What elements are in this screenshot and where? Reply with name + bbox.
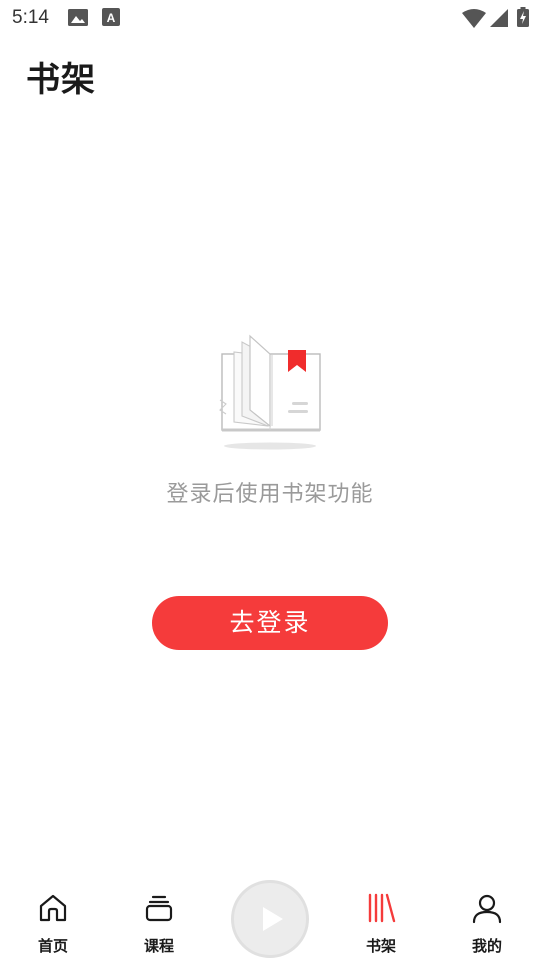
signal-icon <box>490 9 508 27</box>
status-time: 5:14 <box>12 7 49 28</box>
image-icon <box>68 9 88 26</box>
nav-label-courses: 课程 <box>143 937 174 955</box>
empty-state-message: 登录后使用书架功能 <box>166 482 374 507</box>
battery-charging-icon <box>517 7 529 27</box>
nav-item-courses[interactable]: 课程 <box>119 872 199 960</box>
nav-label-me: 我的 <box>471 937 502 955</box>
play-icon <box>263 907 283 931</box>
nav-item-home[interactable]: 首页 <box>13 872 93 960</box>
play-button[interactable] <box>231 880 309 958</box>
wifi-icon <box>462 9 486 28</box>
page-title: 书架 <box>26 60 96 100</box>
font-download-icon: A <box>102 8 120 26</box>
status-bar: 5:14 A <box>0 0 540 36</box>
person-icon <box>472 894 502 924</box>
open-book-bookmark-icon <box>219 334 321 450</box>
nav-label-bookshelf: 书架 <box>365 937 396 955</box>
nav-item-me[interactable]: 我的 <box>447 872 527 960</box>
nav-label-home: 首页 <box>37 937 68 955</box>
bookshelf-icon <box>368 893 396 923</box>
login-button[interactable]: 去登录 <box>152 596 388 650</box>
courses-stack-icon <box>145 895 173 922</box>
nav-item-bookshelf[interactable]: 书架 <box>341 872 421 960</box>
svg-text:A: A <box>107 11 116 25</box>
home-icon <box>39 894 67 922</box>
